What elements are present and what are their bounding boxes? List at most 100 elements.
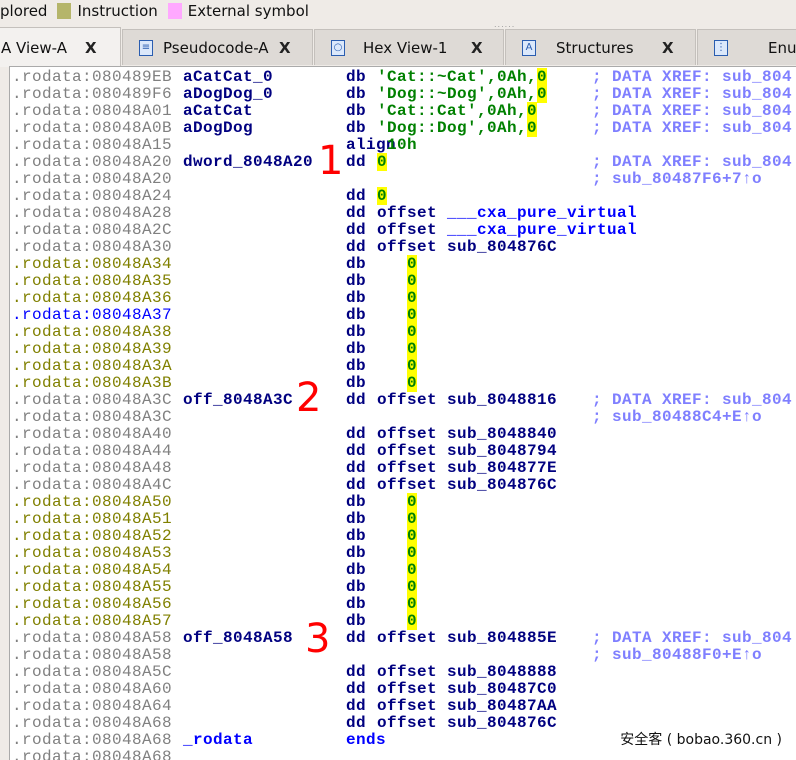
row-operand[interactable]: offset sub_8048840 <box>377 426 557 443</box>
row-operand[interactable]: offset sub_8048888 <box>377 664 557 681</box>
listing-row[interactable]: .rodata:08048A55 db 0 <box>10 578 796 596</box>
row-operand[interactable]: offset sub_8048816 <box>377 392 557 409</box>
close-icon[interactable]: X <box>471 39 483 57</box>
listing-row[interactable]: .rodata:08048A2C dd offset ___cxa_pure_vir… <box>10 222 796 239</box>
listing-row[interactable]: .rodata:080489EB aCatCat_0 db 'Cat::~Cat',0… <box>10 68 796 86</box>
row-operand[interactable]: 'Cat::~Cat',0Ah,0 <box>377 68 548 86</box>
disassembly-listing[interactable]: .rodata:080489EB aCatCat_0 db 'Cat::~Cat',0… <box>9 66 796 760</box>
row-operand[interactable]: 0 <box>377 544 418 562</box>
row-address: .rodata:08048A24 <box>12 187 173 205</box>
listing-row[interactable]: .rodata:08048A50 db 0 <box>10 493 796 511</box>
row-operand[interactable]: 0 <box>377 561 418 579</box>
row-operand[interactable]: 0 <box>377 306 418 324</box>
row-operand[interactable]: 0 <box>377 340 418 358</box>
listing-row[interactable]: .rodata:08048A34 db 0 <box>10 255 796 273</box>
legend-item-unexplored: plored <box>0 2 48 20</box>
close-icon[interactable]: X <box>662 39 674 57</box>
listing-row[interactable]: .rodata:08048A39 db 0 <box>10 340 796 358</box>
row-label[interactable]: aDogDog <box>183 120 253 137</box>
row-label[interactable]: aCatCat <box>183 103 253 120</box>
row-operand[interactable]: 0 <box>377 323 418 341</box>
operand-part: offset <box>377 221 448 239</box>
listing-row[interactable]: .rodata:08048A0B aDogDog db 'Dog::Dog',0Ah,… <box>10 119 796 137</box>
row-operand[interactable]: 0 <box>377 272 418 290</box>
row-operand[interactable]: offset sub_804877E <box>377 460 557 477</box>
listing-row[interactable]: .rodata:08048A15 align 10h <box>10 137 796 154</box>
listing-row[interactable]: .rodata:08048A48 dd offset sub_804877E <box>10 460 796 477</box>
row-label[interactable]: off_8048A3C <box>183 392 293 409</box>
tab-label: A View-A <box>1 38 67 57</box>
row-operand[interactable]: offset sub_804876C <box>377 715 557 732</box>
row-operand[interactable]: offset ___cxa_pure_virtual <box>377 222 637 239</box>
row-operand[interactable]: 0 <box>377 289 418 307</box>
listing-row[interactable]: .rodata:08048A5C dd offset sub_8048888 <box>10 664 796 681</box>
close-icon[interactable]: X <box>85 39 97 57</box>
listing-row[interactable]: .rodata:08048A20 ; sub_80487F6+7↑o <box>10 171 796 188</box>
listing-row[interactable]: .rodata:08048A60 dd offset sub_80487C0 <box>10 681 796 698</box>
row-label[interactable]: _rodata <box>183 732 253 749</box>
tab-pseudocode[interactable]: ≡ Pseudocode-A X <box>122 29 313 65</box>
row-label[interactable]: aDogDog_0 <box>183 86 273 103</box>
row-operand[interactable]: offset sub_8048794 <box>377 443 557 460</box>
row-operand[interactable]: offset sub_80487C0 <box>377 681 557 698</box>
tab-enums[interactable]: ⋮ Enur <box>697 29 796 65</box>
row-label[interactable]: aCatCat_0 <box>183 69 273 86</box>
row-operand[interactable]: 0 <box>377 595 418 613</box>
row-label[interactable]: dword_8048A20 <box>183 154 313 171</box>
listing-row[interactable]: .rodata:08048A52 db 0 <box>10 527 796 545</box>
listing-row[interactable]: .rodata:08048A56 db 0 <box>10 595 796 613</box>
listing-row[interactable]: .rodata:08048A01 aCatCat db 'Cat::Cat',0Ah,… <box>10 102 796 120</box>
row-operand[interactable]: 'Dog::~Dog',0Ah,0 <box>377 85 548 103</box>
row-operand[interactable]: 'Cat::Cat',0Ah,0 <box>377 102 538 120</box>
listing-row[interactable]: .rodata:08048A3B db 0 <box>10 374 796 392</box>
close-icon[interactable]: X <box>279 39 291 57</box>
tab-hex-view[interactable]: ○ Hex View-1 X <box>314 29 504 65</box>
listing-row[interactable]: .rodata:08048A3A db 0 <box>10 357 796 375</box>
row-operand[interactable]: 0 <box>377 153 388 171</box>
row-operand[interactable]: 10h <box>377 137 417 154</box>
row-operand[interactable]: offset sub_804876C <box>377 477 557 494</box>
listing-row[interactable]: .rodata:08048A58 ; sub_80488F0+E↑o <box>10 647 796 664</box>
row-operand[interactable]: 0 <box>377 187 388 205</box>
listing-row[interactable]: .rodata:08048A35 db 0 <box>10 272 796 290</box>
row-operand[interactable]: 0 <box>377 612 418 630</box>
operand-part <box>377 272 407 290</box>
row-mnemonic: db <box>346 374 367 392</box>
row-operand[interactable]: offset sub_804876C <box>377 239 557 256</box>
row-operand[interactable]: 0 <box>377 527 418 545</box>
listing-row[interactable]: .rodata:080489F6 aDogDog_0 db 'Dog::~Dog',0… <box>10 85 796 103</box>
listing-row[interactable]: .rodata:08048A24 dd 0 <box>10 187 796 205</box>
row-operand[interactable]: 0 <box>377 510 418 528</box>
row-operand[interactable]: 0 <box>377 374 418 392</box>
listing-row[interactable]: .rodata:08048A20 dword_8048A20 dd 0 ; DATA X… <box>10 153 796 171</box>
listing-row[interactable]: .rodata:08048A58 off_8048A58 dd offset sub_… <box>10 630 796 647</box>
listing-row[interactable]: .rodata:08048A36 db 0 <box>10 289 796 307</box>
listing-row[interactable]: .rodata:08048A51 db 0 <box>10 510 796 528</box>
listing-row[interactable]: .rodata:08048A57 db 0 <box>10 612 796 630</box>
listing-row[interactable]: .rodata:08048A44 dd offset sub_8048794 <box>10 443 796 460</box>
listing-row[interactable]: .rodata:08048A54 db 0 <box>10 561 796 579</box>
listing-row[interactable]: .rodata:08048A53 db 0 <box>10 544 796 562</box>
row-operand[interactable]: offset sub_804885E <box>377 630 557 647</box>
row-operand[interactable]: 0 <box>377 357 418 375</box>
row-operand[interactable]: 0 <box>377 255 418 273</box>
row-operand[interactable]: 0 <box>377 578 418 596</box>
listing-row[interactable]: .rodata:08048A30 dd offset sub_804876C <box>10 239 796 256</box>
listing-row[interactable]: .rodata:08048A3C off_8048A3C dd offset sub_… <box>10 392 796 409</box>
listing-row[interactable]: .rodata:08048A4C dd offset sub_804876C <box>10 477 796 494</box>
listing-row[interactable]: .rodata:08048A38 db 0 <box>10 323 796 341</box>
row-operand[interactable]: 0 <box>377 493 418 511</box>
row-operand[interactable]: 'Dog::Dog',0Ah,0 <box>377 119 538 137</box>
tab-structures[interactable]: A Structures X <box>505 29 696 65</box>
listing-row[interactable]: .rodata:08048A28 dd offset ___cxa_pure_vir… <box>10 205 796 222</box>
listing-row[interactable]: .rodata:08048A37 db 0 <box>10 306 796 324</box>
tab-ida-view[interactable]: A View-A X <box>0 27 121 67</box>
listing-row[interactable]: .rodata:08048A64 dd offset sub_80487AA <box>10 698 796 715</box>
row-operand[interactable]: offset sub_80487AA <box>377 698 557 715</box>
splitter-grip[interactable]: ...... <box>494 20 515 29</box>
row-operand[interactable]: offset ___cxa_pure_virtual <box>377 205 637 222</box>
listing-row[interactable]: .rodata:08048A40 dd offset sub_8048840 <box>10 426 796 443</box>
listing-row[interactable]: .rodata:08048A68 <box>10 749 796 760</box>
listing-row[interactable]: .rodata:08048A3C ; sub_80488C4+E↑o <box>10 409 796 426</box>
row-label[interactable]: off_8048A58 <box>183 630 293 647</box>
